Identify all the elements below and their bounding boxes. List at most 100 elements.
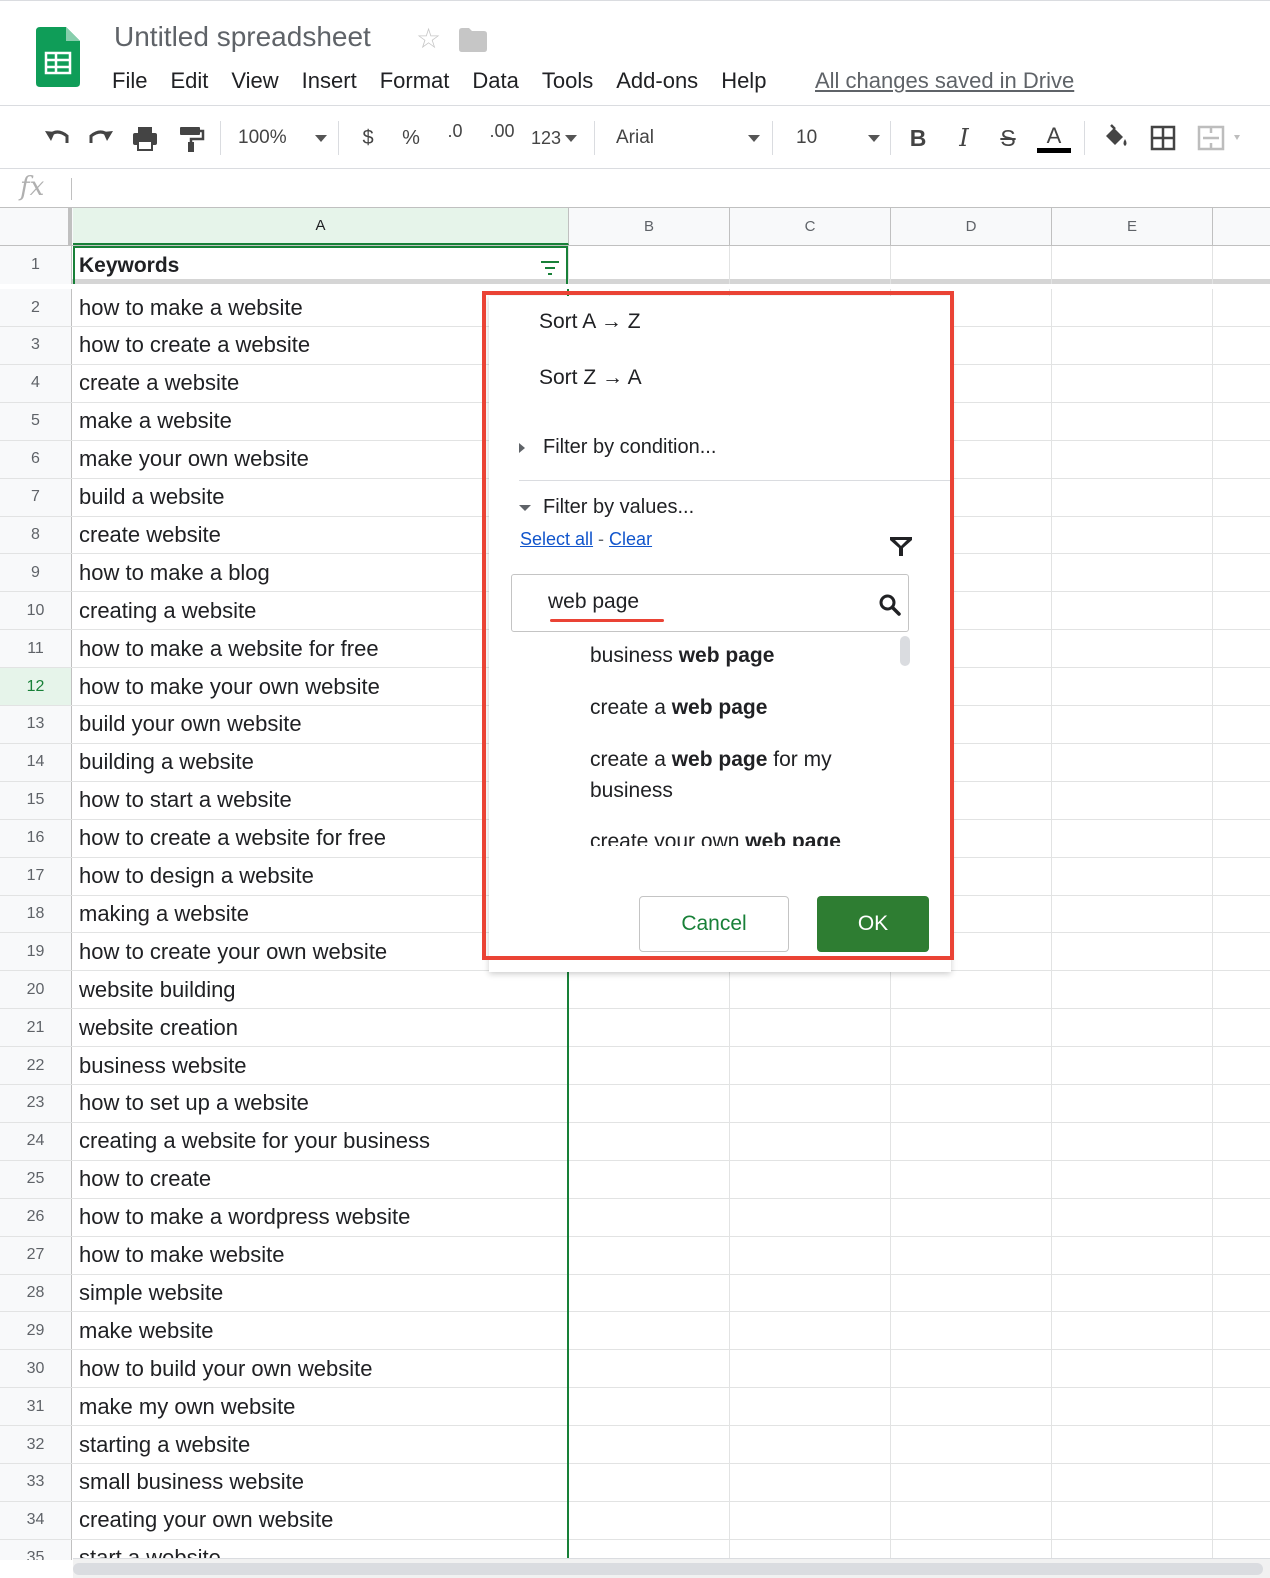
list-item[interactable]: create your own web page [590,826,890,846]
menu-data[interactable]: Data [472,67,518,95]
list-item[interactable]: business web page [590,640,890,671]
cell-a[interactable]: how to create your own website [73,933,387,970]
cell-a[interactable]: how to make a blog [73,554,270,591]
row-number[interactable]: 29 [0,1312,72,1350]
cell-a[interactable]: build your own website [73,706,302,743]
row-number[interactable]: 9 [0,554,72,592]
row-number[interactable]: 11 [0,630,72,668]
row-number[interactable]: 2 [0,289,72,326]
cell-a[interactable]: how to make a website for free [73,630,379,667]
document-title[interactable]: Untitled spreadsheet [114,21,371,53]
strikethrough-button[interactable]: S [994,121,1022,155]
row-number[interactable]: 22 [0,1047,72,1084]
fill-color-icon[interactable] [1100,121,1130,155]
clear-link[interactable]: Clear [609,529,652,549]
cell-a[interactable]: how to set up a website [73,1085,309,1122]
list-item[interactable]: create a web page [590,692,890,723]
row-number[interactable]: 18 [0,895,72,933]
redo-icon[interactable] [86,121,116,155]
row-number[interactable]: 12 [0,668,72,705]
search-icon[interactable] [878,593,902,617]
column-header-d[interactable]: D [891,208,1052,245]
cell-a[interactable]: create website [73,516,221,553]
cell-a[interactable]: business website [73,1047,247,1084]
column-header-a[interactable]: A [73,208,569,245]
list-item[interactable]: create a web page for my business [590,744,890,806]
cancel-button[interactable]: Cancel [639,896,789,952]
cell-a[interactable]: how to build your own website [73,1350,373,1387]
sheets-logo-icon[interactable] [36,27,80,87]
row-number[interactable]: 8 [0,516,72,554]
paint-format-icon[interactable] [176,121,206,155]
row-number[interactable]: 26 [0,1198,72,1236]
cell-a[interactable]: make your own website [73,441,309,478]
row-number[interactable]: 16 [0,819,72,857]
scrollbar-thumb[interactable] [73,1563,1263,1575]
row-number[interactable]: 32 [0,1426,72,1463]
row-number[interactable]: 30 [0,1350,72,1388]
cell-a[interactable]: creating a website [73,592,256,629]
cell-a[interactable]: how to start a website [73,782,292,819]
percent-button[interactable]: % [399,121,423,155]
zoom-select[interactable]: 100% [238,121,332,155]
cell-a[interactable]: small business website [73,1464,304,1501]
row-number[interactable]: 7 [0,478,72,516]
menu-edit[interactable]: Edit [170,67,208,95]
save-status-link[interactable]: All changes saved in Drive [815,67,1074,95]
row-number[interactable]: 20 [0,971,72,1009]
menu-help[interactable]: Help [721,67,766,95]
column-header-e[interactable]: E [1052,208,1213,245]
row-number[interactable]: 14 [0,743,72,781]
row-number[interactable]: 4 [0,364,72,402]
cell-a[interactable]: start a website [73,1540,221,1560]
row-number[interactable]: 10 [0,592,72,630]
cell-a[interactable]: how to create a website for free [73,820,386,857]
filter-toggle-icon[interactable] [540,260,560,276]
undo-icon[interactable] [42,121,72,155]
row-number[interactable]: 31 [0,1388,72,1426]
menu-file[interactable]: File [112,67,147,95]
ok-button[interactable]: OK [817,896,929,952]
cell-a[interactable]: website creation [73,1009,238,1046]
menu-view[interactable]: View [231,67,278,95]
cell-a[interactable]: how to make your own website [73,668,380,705]
row-number[interactable]: 5 [0,402,72,440]
row-number[interactable]: 15 [0,781,72,819]
cell-a[interactable]: building a website [73,744,254,781]
value-search-input[interactable] [548,587,848,617]
cell-a[interactable]: create a website [73,365,239,402]
print-icon[interactable] [130,121,160,155]
row-number[interactable]: 3 [0,326,72,364]
header-cell-keywords[interactable]: Keywords [73,246,568,284]
currency-button[interactable]: $ [356,121,380,155]
filter-by-condition-toggle[interactable]: Filter by condition... [519,436,716,459]
cell-a[interactable]: how to create [73,1161,211,1198]
row-number[interactable]: 24 [0,1122,72,1160]
menu-format[interactable]: Format [380,67,450,95]
star-icon[interactable]: ☆ [416,25,441,53]
cell-a[interactable]: build a website [73,479,225,516]
folder-icon[interactable] [459,28,487,52]
row-number[interactable]: 27 [0,1236,72,1274]
row-number[interactable]: 17 [0,857,72,895]
menu-add-ons[interactable]: Add-ons [616,67,698,95]
sort-z-a-option[interactable]: Sort Z → A [539,366,642,390]
value-search-box[interactable] [511,574,909,632]
cell-a[interactable]: how to create a website [73,327,310,364]
select-all-link[interactable]: Select all [520,529,593,549]
values-scrollbar-thumb[interactable] [900,636,910,666]
font-family-select[interactable]: Arial [616,121,760,155]
filter-by-values-toggle[interactable]: Filter by values... [519,496,694,519]
cell-a[interactable]: how to make a wordpress website [73,1199,410,1236]
text-color-button[interactable]: A [1037,121,1071,155]
decrease-decimal-button[interactable]: .0 [438,121,472,155]
values-list[interactable]: business web page create a web page crea… [511,636,911,846]
sort-a-z-option[interactable]: Sort A → Z [539,310,641,334]
cell-a[interactable]: make my own website [73,1388,295,1425]
cell-a[interactable]: simple website [73,1274,223,1311]
bold-button[interactable]: B [904,121,932,155]
row-number[interactable]: 28 [0,1274,72,1312]
cell-a[interactable]: make website [73,1312,214,1349]
row-number[interactable]: 25 [0,1160,72,1198]
cell-a[interactable]: creating your own website [73,1502,333,1539]
